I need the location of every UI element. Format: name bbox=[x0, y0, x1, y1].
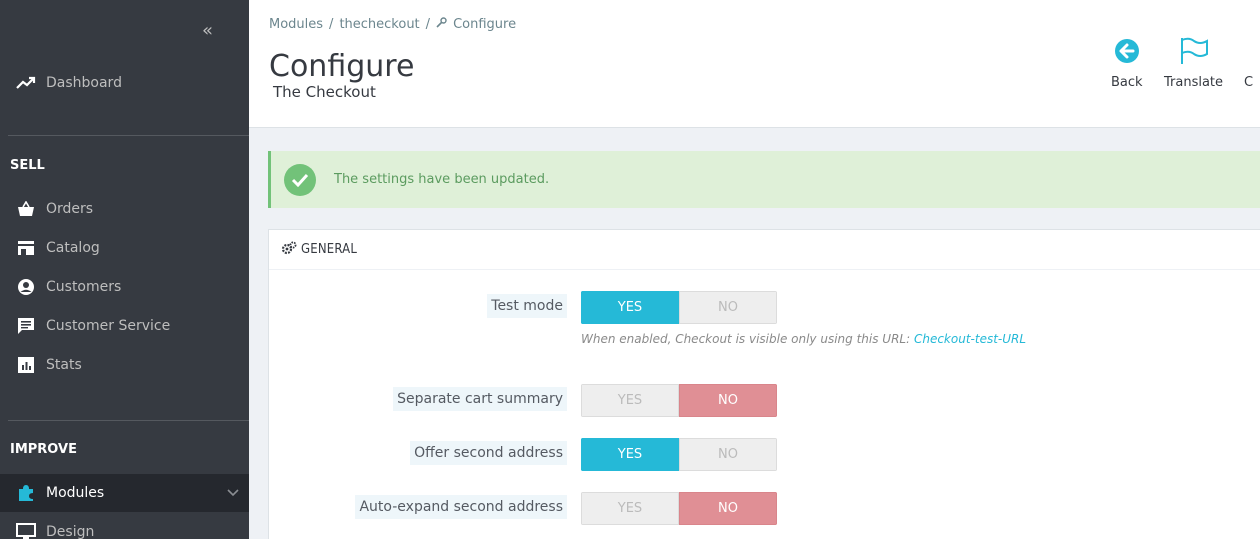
chat-icon bbox=[0, 317, 46, 335]
sidebar-item-design[interactable]: Design bbox=[0, 514, 249, 539]
sidebar-section-improve: IMPROVE bbox=[10, 442, 77, 457]
sidebar-item-customer-service[interactable]: Customer Service bbox=[0, 308, 249, 344]
sidebar-item-label: Design bbox=[46, 524, 95, 539]
sidebar-section-sell: SELL bbox=[10, 158, 45, 173]
sidebar-item-label: Catalog bbox=[46, 240, 100, 256]
sidebar-item-label: Customers bbox=[46, 279, 122, 295]
sidebar-item-label: Orders bbox=[46, 201, 94, 217]
collapse-sidebar-icon[interactable]: « bbox=[202, 22, 213, 40]
separate-cart-summary-yes[interactable]: YES bbox=[581, 384, 679, 417]
check-circle-icon bbox=[284, 163, 316, 196]
sidebar-item-label: Customer Service bbox=[46, 318, 171, 334]
separate-cart-summary-switch[interactable]: YES NO bbox=[581, 384, 777, 417]
auto-expand-second-address-no[interactable]: NO bbox=[679, 492, 777, 525]
chevron-down-icon bbox=[227, 485, 239, 501]
breadcrumb-item-thecheckout[interactable]: thecheckout bbox=[339, 17, 419, 32]
flag-icon bbox=[1179, 36, 1209, 66]
page-title: Configure bbox=[269, 49, 415, 84]
test-mode-yes[interactable]: YES bbox=[581, 291, 679, 324]
auto-expand-second-address-label: Auto-expand second address bbox=[355, 495, 567, 519]
offer-second-address-label: Offer second address bbox=[410, 441, 567, 465]
general-settings-panel: GENERAL Test mode YES NO When enabled, C… bbox=[268, 229, 1260, 539]
account-circle-icon bbox=[0, 278, 46, 296]
toolbar-button-truncated[interactable]: C bbox=[1244, 36, 1253, 90]
breadcrumb-item-configure: Configure bbox=[453, 17, 517, 32]
translate-button[interactable]: Translate bbox=[1164, 36, 1223, 90]
panel-title: GENERAL bbox=[301, 242, 358, 257]
back-button-label: Back bbox=[1111, 75, 1143, 90]
offer-second-address-no[interactable]: NO bbox=[679, 438, 777, 471]
test-mode-no[interactable]: NO bbox=[679, 291, 777, 324]
sidebar-item-label: Dashboard bbox=[46, 75, 122, 91]
sidebar-item-label: Stats bbox=[46, 357, 82, 373]
arrow-left-circle-icon bbox=[1114, 36, 1140, 66]
page-header: Modules / thecheckout / Configure Config… bbox=[249, 0, 1260, 128]
test-mode-label: Test mode bbox=[487, 294, 567, 318]
breadcrumb-item-modules[interactable]: Modules bbox=[269, 17, 323, 32]
toolbar-button-truncated-label: C bbox=[1244, 75, 1254, 90]
sidebar-item-orders[interactable]: Orders bbox=[0, 191, 249, 227]
back-button[interactable]: Back bbox=[1111, 36, 1143, 90]
breadcrumb: Modules / thecheckout / Configure bbox=[269, 17, 516, 32]
shopping-basket-icon bbox=[0, 201, 46, 217]
separate-cart-summary-no[interactable]: NO bbox=[679, 384, 777, 417]
wrench-icon bbox=[436, 17, 447, 32]
success-alert: The settings have been updated. bbox=[268, 151, 1260, 208]
store-icon bbox=[0, 240, 46, 256]
page-subtitle: The Checkout bbox=[273, 83, 376, 101]
test-mode-help: When enabled, Checkout is visible only u… bbox=[581, 332, 1026, 346]
sidebar-item-catalog[interactable]: Catalog bbox=[0, 230, 249, 266]
sidebar-item-customers[interactable]: Customers bbox=[0, 269, 249, 305]
breadcrumb-separator: / bbox=[425, 17, 431, 32]
puzzle-icon bbox=[0, 484, 46, 502]
sidebar-item-stats[interactable]: Stats bbox=[0, 347, 249, 383]
auto-expand-second-address-yes[interactable]: YES bbox=[581, 492, 679, 525]
desktop-icon bbox=[0, 523, 46, 539]
offer-second-address-yes[interactable]: YES bbox=[581, 438, 679, 471]
sidebar-divider bbox=[8, 420, 249, 421]
sidebar-item-modules[interactable]: Modules bbox=[0, 474, 249, 512]
panel-heading: GENERAL bbox=[269, 230, 1260, 270]
bar-chart-icon bbox=[0, 356, 46, 374]
checkout-test-url-link[interactable]: Checkout-test-URL bbox=[914, 332, 1026, 346]
auto-expand-second-address-switch[interactable]: YES NO bbox=[581, 492, 777, 525]
sidebar-divider bbox=[8, 135, 249, 136]
sidebar: « Dashboard SELL Orders Catalog Customer… bbox=[0, 0, 249, 539]
translate-button-label: Translate bbox=[1164, 75, 1224, 90]
breadcrumb-separator: / bbox=[329, 17, 334, 32]
offer-second-address-switch[interactable]: YES NO bbox=[581, 438, 777, 471]
cogs-icon bbox=[281, 241, 297, 259]
separate-cart-summary-label: Separate cart summary bbox=[393, 387, 567, 411]
trending-up-icon bbox=[0, 76, 46, 90]
alert-message: The settings have been updated. bbox=[334, 172, 550, 187]
sidebar-item-label: Modules bbox=[46, 485, 105, 501]
help-text: When enabled, Checkout is visible only u… bbox=[581, 332, 911, 346]
sidebar-item-dashboard[interactable]: Dashboard bbox=[0, 63, 249, 103]
test-mode-switch[interactable]: YES NO bbox=[581, 291, 777, 324]
